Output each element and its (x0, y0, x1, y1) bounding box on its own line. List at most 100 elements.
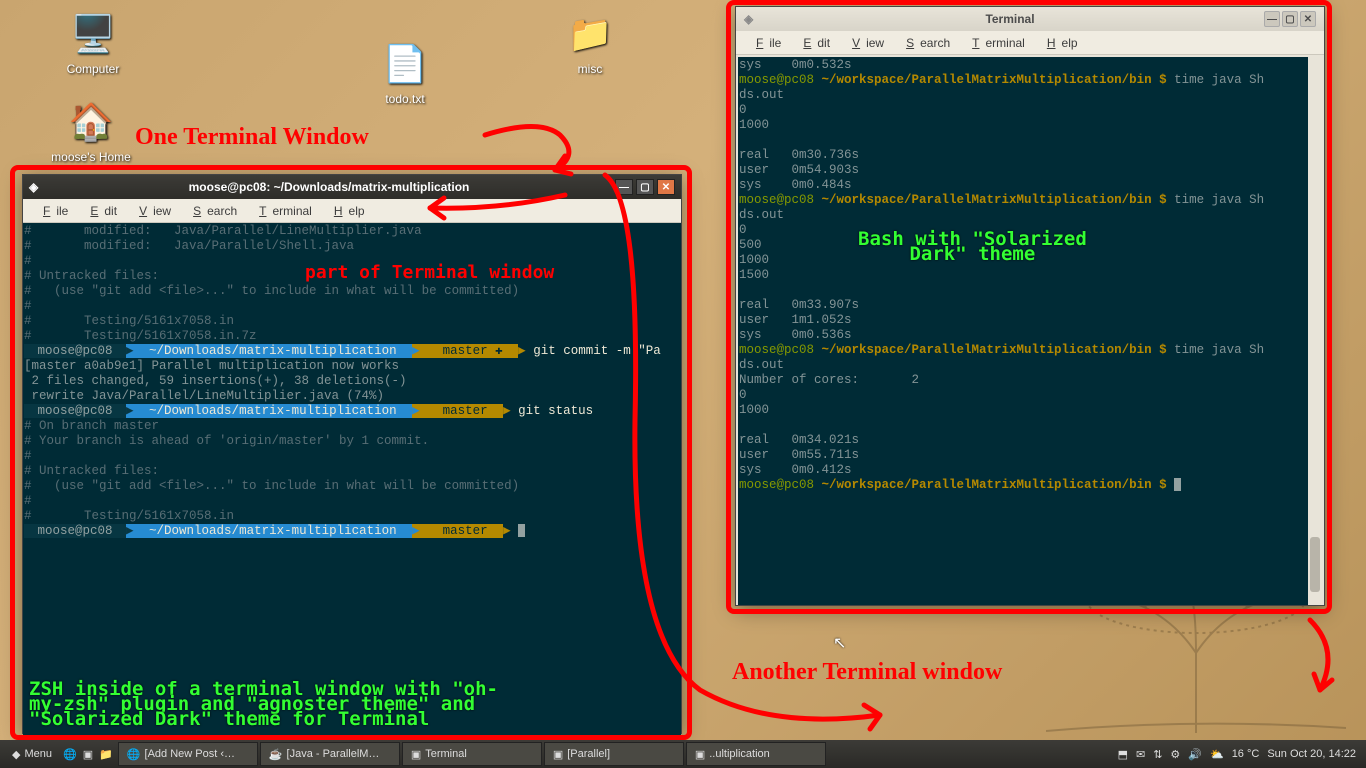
tray-icon[interactable]: ⚙ (1170, 748, 1180, 761)
desktop-icon-label: Computer (58, 62, 128, 76)
prompt-line: moose@pc08 ~/workspace/ParallelMatrixMul… (739, 343, 1321, 358)
minimize-button[interactable]: — (1264, 11, 1280, 27)
task-label: Terminal (425, 748, 467, 760)
menu-file[interactable]: File (31, 202, 74, 220)
terminal-line: 2 files changed, 59 insertions(+), 38 de… (24, 374, 680, 389)
annotation-zsh: ZSH inside of a terminal window with "oh… (29, 682, 498, 727)
menu-search[interactable]: Search (181, 202, 243, 220)
cursor (518, 524, 525, 537)
menu-help[interactable]: Help (1035, 34, 1084, 52)
menu-view[interactable]: View (840, 34, 890, 52)
terminal-line (739, 418, 1321, 433)
menu-terminal[interactable]: Terminal (247, 202, 318, 220)
menu-terminal[interactable]: Terminal (960, 34, 1031, 52)
terminal-content[interactable]: # modified: Java/Parallel/LineMultiplier… (23, 223, 681, 735)
maximize-button[interactable]: ▢ (1282, 11, 1298, 27)
app-icon: ☕ (269, 748, 283, 761)
menu-edit[interactable]: Edit (78, 202, 123, 220)
menu-file[interactable]: File (744, 34, 787, 52)
menu-help[interactable]: Help (322, 202, 371, 220)
terminal-line: real 0m33.907s (739, 298, 1321, 313)
minimize-button[interactable]: — (615, 179, 633, 195)
scrollbar[interactable] (1308, 57, 1322, 605)
maximize-button[interactable]: ▢ (636, 179, 654, 195)
menu-view[interactable]: View (127, 202, 177, 220)
desktop-icon-todo[interactable]: 📄 todo.txt (370, 40, 440, 106)
menubar: File Edit View Search Terminal Help (736, 31, 1324, 55)
network-icon[interactable]: ⇅ (1153, 748, 1162, 761)
taskbar-item[interactable]: ▣ Terminal (402, 742, 542, 766)
app-icon: ▣ (695, 748, 705, 761)
folder-icon: 📁 (566, 10, 614, 58)
tray-icon[interactable]: ⬒ (1118, 748, 1128, 761)
titlebar[interactable]: ◈ Terminal — ▢ ✕ (736, 7, 1324, 31)
terminal-line: Number of cores: 2 (739, 373, 1321, 388)
terminal-line: rewrite Java/Parallel/LineMultiplier.jav… (24, 389, 680, 404)
terminal-line: [master a0ab9e1] Parallel multiplication… (24, 359, 680, 374)
panel-menu-button[interactable]: ◆ Menu (4, 742, 60, 766)
volume-icon[interactable]: 🔊 (1188, 748, 1202, 761)
titlebar[interactable]: ◈ moose@pc08: ~/Downloads/matrix-multipl… (23, 175, 681, 199)
appmenu-icon[interactable]: ◈ (29, 180, 43, 194)
app-icon: ▣ (411, 748, 421, 761)
desktop-icon-label: moose's Home (46, 150, 136, 164)
prompt-line: moose@pc08 ▶ ~/Downloads/matrix-multipli… (24, 524, 680, 539)
close-button[interactable]: ✕ (1300, 11, 1316, 27)
weather-icon[interactable]: ⛅ (1210, 748, 1224, 761)
terminal-line: sys 0m0.536s (739, 328, 1321, 343)
clock-text[interactable]: Sun Oct 20, 14:22 (1267, 748, 1356, 760)
annotation-bash: Bash with "Solarized Dark" theme (858, 232, 1087, 262)
appmenu-icon[interactable]: ◈ (744, 12, 758, 26)
task-label: [Parallel] (567, 748, 610, 760)
desktop-icon-computer[interactable]: 🖥️ Computer (58, 10, 128, 76)
terminal-line: 0 (739, 388, 1321, 403)
textfile-icon: 📄 (381, 40, 429, 88)
taskbar-item[interactable]: ▣..ultiplication (686, 742, 826, 766)
menu-search[interactable]: Search (894, 34, 956, 52)
desktop-icon-misc[interactable]: 📁 misc (555, 10, 625, 76)
terminal-line: # Your branch is ahead of 'origin/master… (24, 434, 680, 449)
panel-launcher-terminal[interactable]: ▣ (80, 742, 96, 766)
desktop-icon-label: todo.txt (370, 92, 440, 106)
menu-edit[interactable]: Edit (791, 34, 836, 52)
terminal-content[interactable]: sys 0m0.532s moose@pc08 ~/workspace/Para… (738, 57, 1322, 605)
close-button[interactable]: ✕ (657, 179, 675, 195)
terminal-line: # (24, 299, 680, 314)
mouse-cursor-icon: ↖ (833, 633, 846, 653)
terminal-line: # Testing/5161x7058.in (24, 509, 680, 524)
cursor (1174, 478, 1181, 491)
task-label: [Add New Post ‹… (145, 748, 235, 760)
system-tray: ⬒ ✉ ⇅ ⚙ 🔊 ⛅ 16 °C Sun Oct 20, 14:22 (1112, 748, 1362, 761)
terminal-line: ds.out (739, 358, 1321, 373)
terminal-line: ds.out (739, 88, 1321, 103)
terminal-window-left[interactable]: ◈ moose@pc08: ~/Downloads/matrix-multipl… (22, 174, 682, 734)
terminal-line: # (use "git add <file>..." to include in… (24, 284, 680, 299)
panel-launcher-files[interactable]: 📁 (96, 742, 116, 766)
taskbar-item[interactable]: ☕[Java - ParallelM… (260, 742, 400, 766)
terminal-icon: ▣ (83, 748, 93, 761)
prompt-line: moose@pc08 ~/workspace/ParallelMatrixMul… (739, 478, 1321, 493)
annotation-one-window: One Terminal Window (135, 124, 369, 151)
terminal-line: # modified: Java/Parallel/Shell.java (24, 239, 680, 254)
taskbar-item[interactable]: 🌐[Add New Post ‹… (118, 742, 258, 766)
terminal-line: sys 0m0.484s (739, 178, 1321, 193)
terminal-line: # (24, 494, 680, 509)
terminal-line: # Testing/5161x7058.in.7z (24, 329, 680, 344)
prompt-line: moose@pc08 ▶ ~/Downloads/matrix-multipli… (24, 404, 680, 419)
terminal-line: # Testing/5161x7058.in (24, 314, 680, 329)
menubar: File Edit View Search Terminal Help (23, 199, 681, 223)
terminal-line: real 0m30.736s (739, 148, 1321, 163)
tray-icon[interactable]: ✉ (1136, 748, 1145, 761)
app-icon: ▣ (553, 748, 563, 761)
desktop-icon-home[interactable]: 🏠 moose's Home (46, 98, 136, 164)
home-icon: 🏠 (67, 98, 115, 146)
terminal-line: 1500 (739, 268, 1321, 283)
prompt-line: moose@pc08 ~/workspace/ParallelMatrixMul… (739, 193, 1321, 208)
terminal-window-right[interactable]: ◈ Terminal — ▢ ✕ File Edit View Search T… (735, 6, 1325, 606)
weather-text[interactable]: 16 °C (1232, 748, 1260, 760)
annotation-part-of: part of Terminal window (305, 262, 554, 283)
terminal-line (739, 133, 1321, 148)
taskbar-item[interactable]: ▣ [Parallel] (544, 742, 684, 766)
panel-launcher-chrome[interactable]: 🌐 (60, 742, 80, 766)
terminal-line (739, 283, 1321, 298)
